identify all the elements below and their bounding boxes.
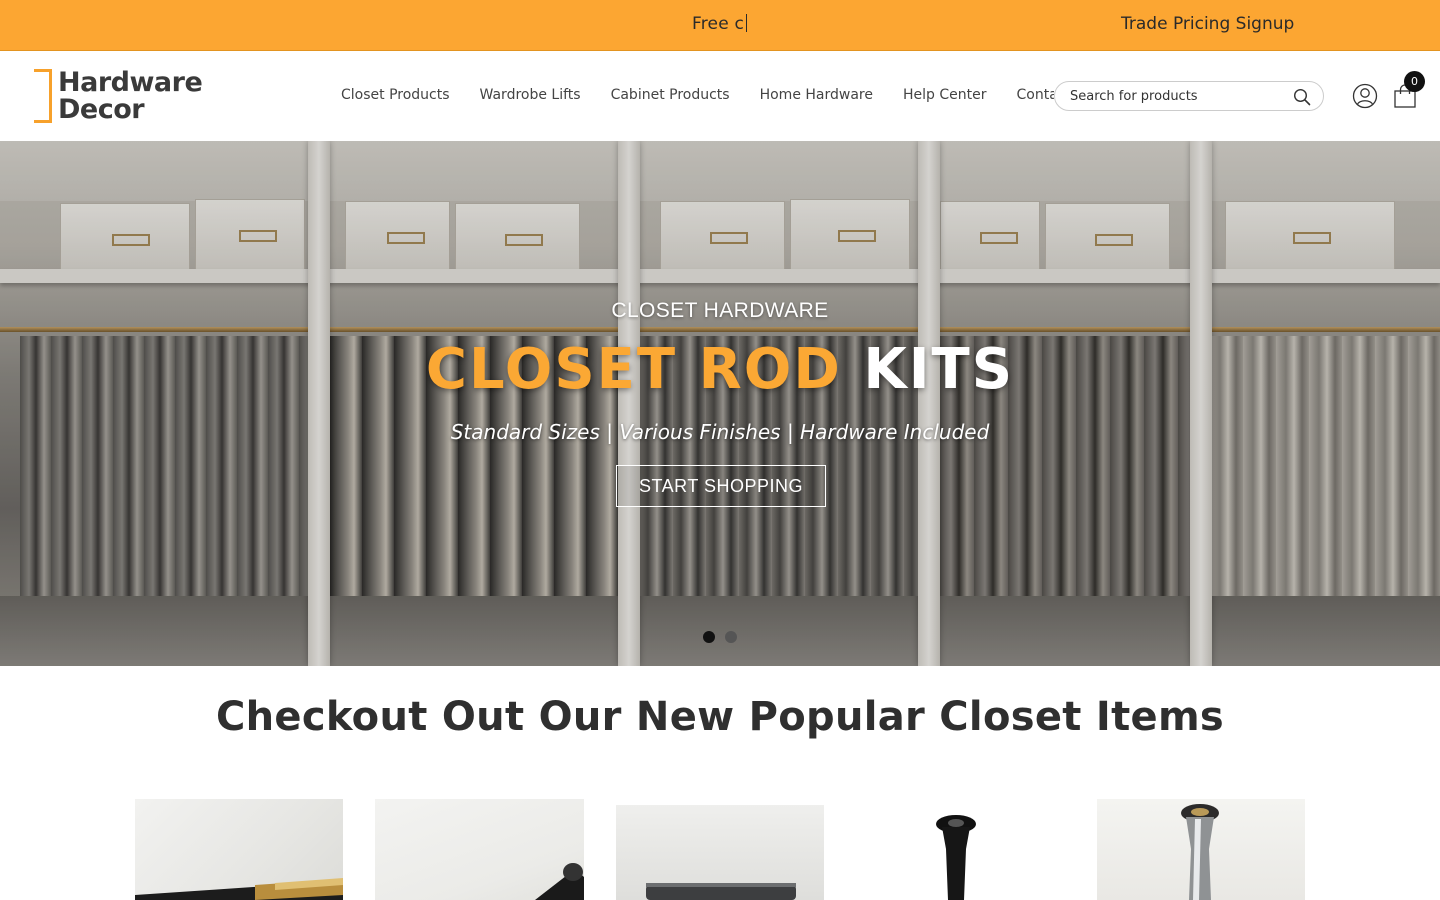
nav-item-help-center[interactable]: Help Center	[903, 87, 987, 107]
slider-dot-1[interactable]	[703, 631, 715, 643]
announcement-ticker: Free c	[692, 14, 748, 34]
search-input[interactable]	[1070, 87, 1290, 105]
hero-headline-accent: CLOSET ROD	[425, 337, 842, 402]
product-card[interactable]	[616, 805, 824, 900]
product-card[interactable]	[856, 799, 1064, 900]
search-icon[interactable]	[1293, 88, 1311, 106]
logo-text-line2: Decor	[58, 94, 145, 125]
slider-dots	[703, 631, 747, 643]
nav-item-cabinet-products[interactable]: Cabinet Products	[611, 87, 730, 107]
black-rod-end-bracket-photo	[936, 815, 976, 900]
hero-slider: CLOSET HARDWARE CLOSET ROD KITS Standard…	[0, 141, 1440, 666]
product-card[interactable]	[135, 799, 343, 900]
announcement-bar: Free c Trade Pricing Signup	[0, 0, 1440, 51]
product-card[interactable]	[1097, 799, 1305, 900]
logo-bracket	[34, 69, 52, 123]
search-box	[1054, 81, 1324, 111]
cart-count-badge: 0	[1404, 71, 1425, 92]
nav-item-wardrobe-lifts[interactable]: Wardrobe Lifts	[480, 87, 581, 107]
site-logo[interactable]: Hardware Decor	[34, 69, 234, 125]
gold-closet-rod-photo	[135, 878, 343, 900]
logo-text-line1: Hardware	[58, 67, 203, 98]
hero-subline: Standard Sizes | Various Finishes | Hard…	[450, 420, 990, 444]
product-card[interactable]	[375, 799, 584, 900]
nav-item-contact[interactable]: Contact	[1016, 87, 1054, 107]
nav-item-home-hardware[interactable]: Home Hardware	[760, 87, 873, 107]
ticker-caret	[746, 14, 748, 32]
section-title: Checkout Out Our New Popular Closet Item…	[215, 694, 1225, 740]
site-header: Hardware Decor Closet Products Wardrobe …	[0, 51, 1440, 141]
hero-headline: CLOSET ROD KITS	[0, 337, 1440, 402]
shopping-bag-icon[interactable]: 0	[1392, 71, 1425, 109]
trade-pricing-signup-link[interactable]: Trade Pricing Signup	[1121, 14, 1294, 34]
dark-rod-hardware-photo	[646, 883, 796, 900]
hero-overlay	[0, 141, 1440, 666]
user-icon[interactable]	[1352, 83, 1378, 109]
main-nav: Closet Products Wardrobe Lifts Cabinet P…	[341, 87, 1054, 107]
chrome-rod-end-bracket-photo	[1181, 804, 1219, 900]
slider-dot-2[interactable]	[725, 631, 737, 643]
start-shopping-button[interactable]: START SHOPPING	[616, 465, 826, 507]
black-closet-rod-photo	[535, 863, 584, 900]
hero-kicker: CLOSET HARDWARE	[611, 299, 829, 322]
hero-headline-plain: KITS	[863, 337, 1015, 402]
nav-item-closet-products[interactable]: Closet Products	[341, 87, 450, 107]
